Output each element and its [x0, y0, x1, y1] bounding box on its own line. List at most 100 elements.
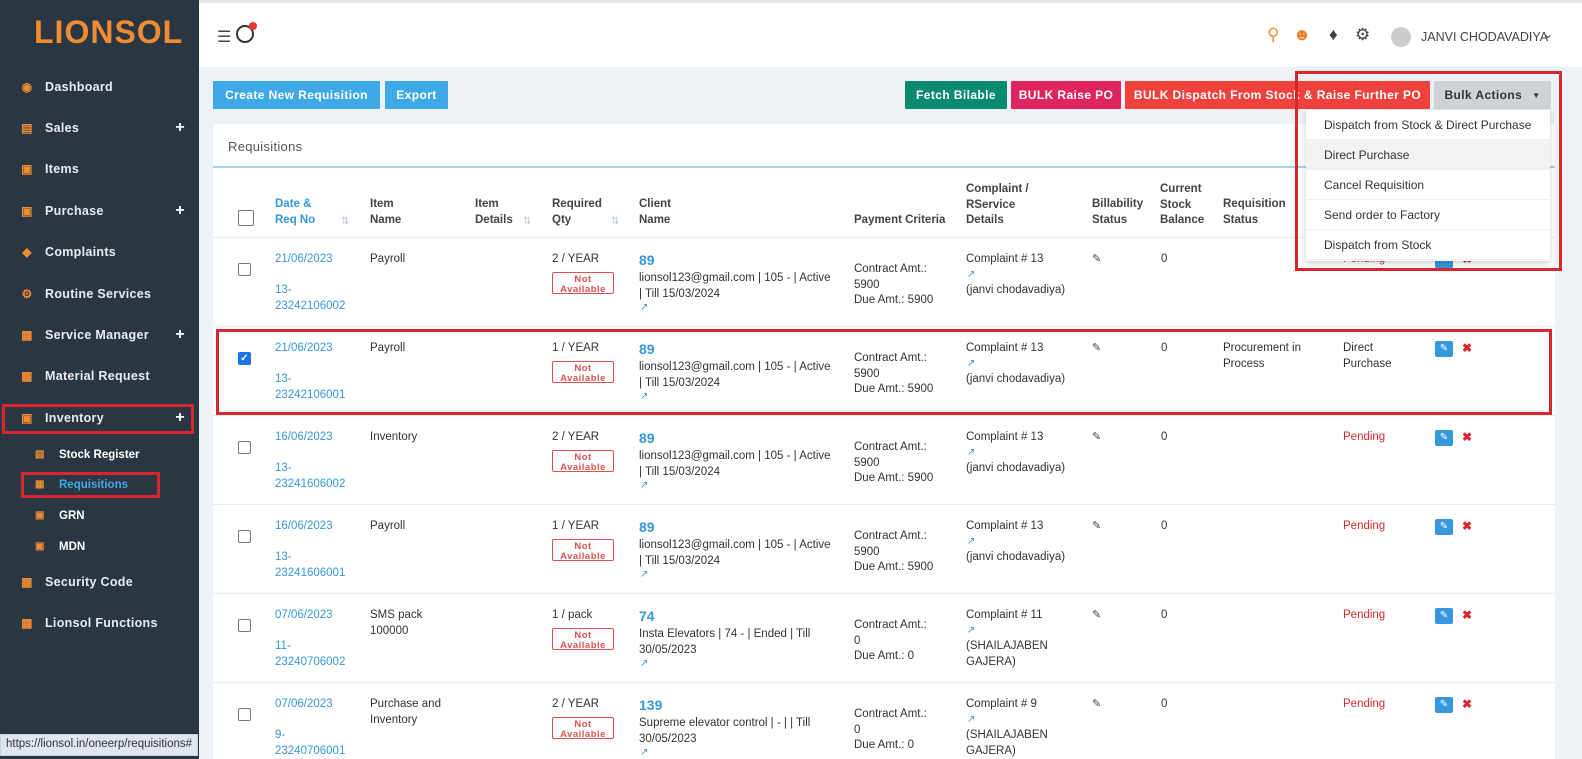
- sidebar-item-lionsol-functions[interactable]: ▦ Lionsol Functions: [0, 608, 199, 638]
- requisitions-highlight: [21, 472, 160, 498]
- row-checkbox[interactable]: [238, 619, 251, 632]
- external-link-icon[interactable]: ↗: [967, 714, 975, 725]
- edit-button[interactable]: ✎: [1435, 430, 1453, 446]
- external-link-icon[interactable]: ↗: [640, 569, 648, 580]
- sidebar-item-material-request[interactable]: ▦ Material Request: [0, 361, 199, 391]
- row-checkbox[interactable]: [238, 441, 251, 454]
- not-available-badge: Not Available: [552, 717, 614, 739]
- sidebar-item-dashboard[interactable]: ◉ Dashboard: [0, 72, 199, 102]
- row-checkbox[interactable]: [238, 263, 251, 276]
- external-link-icon[interactable]: ↗: [640, 658, 648, 669]
- not-available-badge: Not Available: [552, 450, 614, 472]
- sort-icon[interactable]: ⇅: [523, 216, 531, 227]
- delete-icon[interactable]: ✖: [1462, 519, 1472, 533]
- panel-title: Requisitions: [228, 139, 303, 154]
- external-link-icon[interactable]: ↗: [640, 302, 648, 313]
- pencil-icon[interactable]: ✎: [1092, 252, 1101, 265]
- app-logo[interactable]: LIONSOL: [34, 14, 183, 51]
- sidebar-subitem-mdn[interactable]: ▣ MDN: [0, 535, 199, 559]
- header-date[interactable]: Date & Req No: [275, 197, 327, 228]
- search-icon[interactable]: ⚲: [1267, 25, 1279, 45]
- sidebar-subitem-stock-register[interactable]: ▧ Stock Register: [0, 443, 199, 467]
- complaint-number[interactable]: Complaint # 11: [966, 608, 1043, 624]
- external-link-icon[interactable]: ↗: [967, 536, 975, 547]
- stock-balance: 0: [1161, 698, 1168, 710]
- fetch-billable-button[interactable]: Fetch Bilable: [905, 81, 1007, 109]
- edit-button[interactable]: ✎: [1435, 608, 1453, 624]
- expand-plus-icon[interactable]: +: [175, 119, 185, 137]
- expand-plus-icon[interactable]: +: [175, 202, 185, 220]
- hamburger-menu-icon[interactable]: ☰: [217, 27, 231, 47]
- browser-status-bar: https://lionsol.in/oneerp/requisitions#: [0, 734, 199, 756]
- external-link-icon[interactable]: ↗: [967, 269, 975, 280]
- client-id-link[interactable]: 139: [639, 697, 662, 714]
- pencil-icon[interactable]: ✎: [1092, 519, 1101, 532]
- header-complaint: Complaint / RService Details: [966, 183, 1029, 226]
- req-date[interactable]: 07/06/2023: [275, 697, 333, 713]
- external-link-icon[interactable]: ↗: [640, 747, 648, 758]
- globe-icon[interactable]: [236, 22, 257, 43]
- delete-icon[interactable]: ✖: [1462, 608, 1472, 622]
- req-date[interactable]: 21/06/2023: [275, 252, 333, 268]
- support-agent-icon[interactable]: ☻: [1293, 25, 1311, 45]
- sidebar-item-complaints[interactable]: ◆ Complaints: [0, 237, 199, 267]
- sort-icon[interactable]: ⇅: [611, 216, 619, 227]
- user-menu-chevron-icon[interactable]: ⌄: [1543, 27, 1553, 41]
- edit-button[interactable]: ✎: [1435, 519, 1453, 535]
- sidebar-item-routine-services[interactable]: ⚙ Routine Services: [0, 279, 199, 309]
- external-link-icon[interactable]: ↗: [967, 625, 975, 636]
- stock-balance: 0: [1161, 520, 1168, 532]
- sidebar-item-label: Purchase: [45, 204, 104, 218]
- client-id-link[interactable]: 89: [639, 252, 655, 269]
- complaint-number[interactable]: Complaint # 13: [966, 519, 1043, 535]
- expand-plus-icon[interactable]: +: [175, 326, 185, 344]
- pencil-icon[interactable]: ✎: [1092, 697, 1101, 710]
- row-checkbox[interactable]: [238, 708, 251, 721]
- client-id-link[interactable]: 89: [639, 519, 655, 536]
- required-qty: 1 / pack: [552, 609, 593, 621]
- req-date[interactable]: 16/06/2023: [275, 430, 333, 446]
- contract-amount: Contract Amt.: 5900: [854, 263, 927, 291]
- sort-icon[interactable]: ⇅: [341, 216, 349, 227]
- req-date[interactable]: 07/06/2023: [275, 608, 333, 624]
- bulk-raise-po-button[interactable]: BULK Raise PO: [1011, 81, 1121, 109]
- user-avatar[interactable]: [1391, 27, 1411, 47]
- sidebar-item-service-manager[interactable]: ▦ Service Manager +: [0, 320, 199, 350]
- client-id-link[interactable]: 89: [639, 430, 655, 447]
- req-number[interactable]: 13-23242106002: [275, 283, 345, 314]
- settings-gear-icon[interactable]: ⚙: [1355, 25, 1370, 45]
- req-date[interactable]: 16/06/2023: [275, 519, 333, 535]
- item-name: Inventory: [370, 431, 418, 443]
- sidebar-item-items[interactable]: ▣ Items: [0, 154, 199, 184]
- complaint-number[interactable]: Complaint # 13: [966, 252, 1043, 268]
- pencil-icon[interactable]: ✎: [1092, 608, 1101, 621]
- req-number[interactable]: 13-23241606001: [275, 550, 345, 581]
- user-name[interactable]: JANVI CHODAVADIYA: [1421, 30, 1548, 44]
- item-name: SMS pack 100000: [370, 609, 423, 637]
- external-link-icon[interactable]: ↗: [967, 447, 975, 458]
- req-number[interactable]: 11-23240706002: [275, 639, 345, 670]
- complaint-number[interactable]: Complaint # 9: [966, 697, 1037, 713]
- header-stock-balance: Current Stock Balance: [1160, 183, 1205, 226]
- client-id-link[interactable]: 74: [639, 608, 655, 625]
- sidebar-item-security-code[interactable]: ▦ Security Code: [0, 567, 199, 597]
- sidebar-item-purchase[interactable]: ▣ Purchase +: [0, 196, 199, 226]
- delete-icon[interactable]: ✖: [1462, 430, 1472, 444]
- edit-button[interactable]: ✎: [1435, 697, 1453, 713]
- req-number[interactable]: 9-23240706001: [275, 728, 345, 759]
- pencil-icon[interactable]: ✎: [1092, 430, 1101, 443]
- required-qty: 2 / YEAR: [552, 431, 600, 443]
- sidebar-item-sales[interactable]: ▤ Sales +: [0, 113, 199, 143]
- select-all-checkbox[interactable]: [238, 210, 254, 226]
- external-link-icon[interactable]: ↗: [640, 480, 648, 491]
- row-checkbox[interactable]: [238, 530, 251, 543]
- export-button[interactable]: Export: [385, 81, 448, 109]
- sidebar-item-label: Dashboard: [45, 80, 113, 94]
- sidebar-subitem-grn[interactable]: ▣ GRN: [0, 504, 199, 528]
- req-number[interactable]: 13-23241606002: [275, 461, 345, 492]
- complaint-number[interactable]: Complaint # 13: [966, 430, 1043, 446]
- sidebar-item-label: Lionsol Functions: [45, 616, 158, 630]
- create-requisition-button[interactable]: Create New Requisition: [213, 81, 380, 109]
- delete-icon[interactable]: ✖: [1462, 697, 1472, 711]
- notification-bell-icon[interactable]: ♦: [1329, 25, 1338, 45]
